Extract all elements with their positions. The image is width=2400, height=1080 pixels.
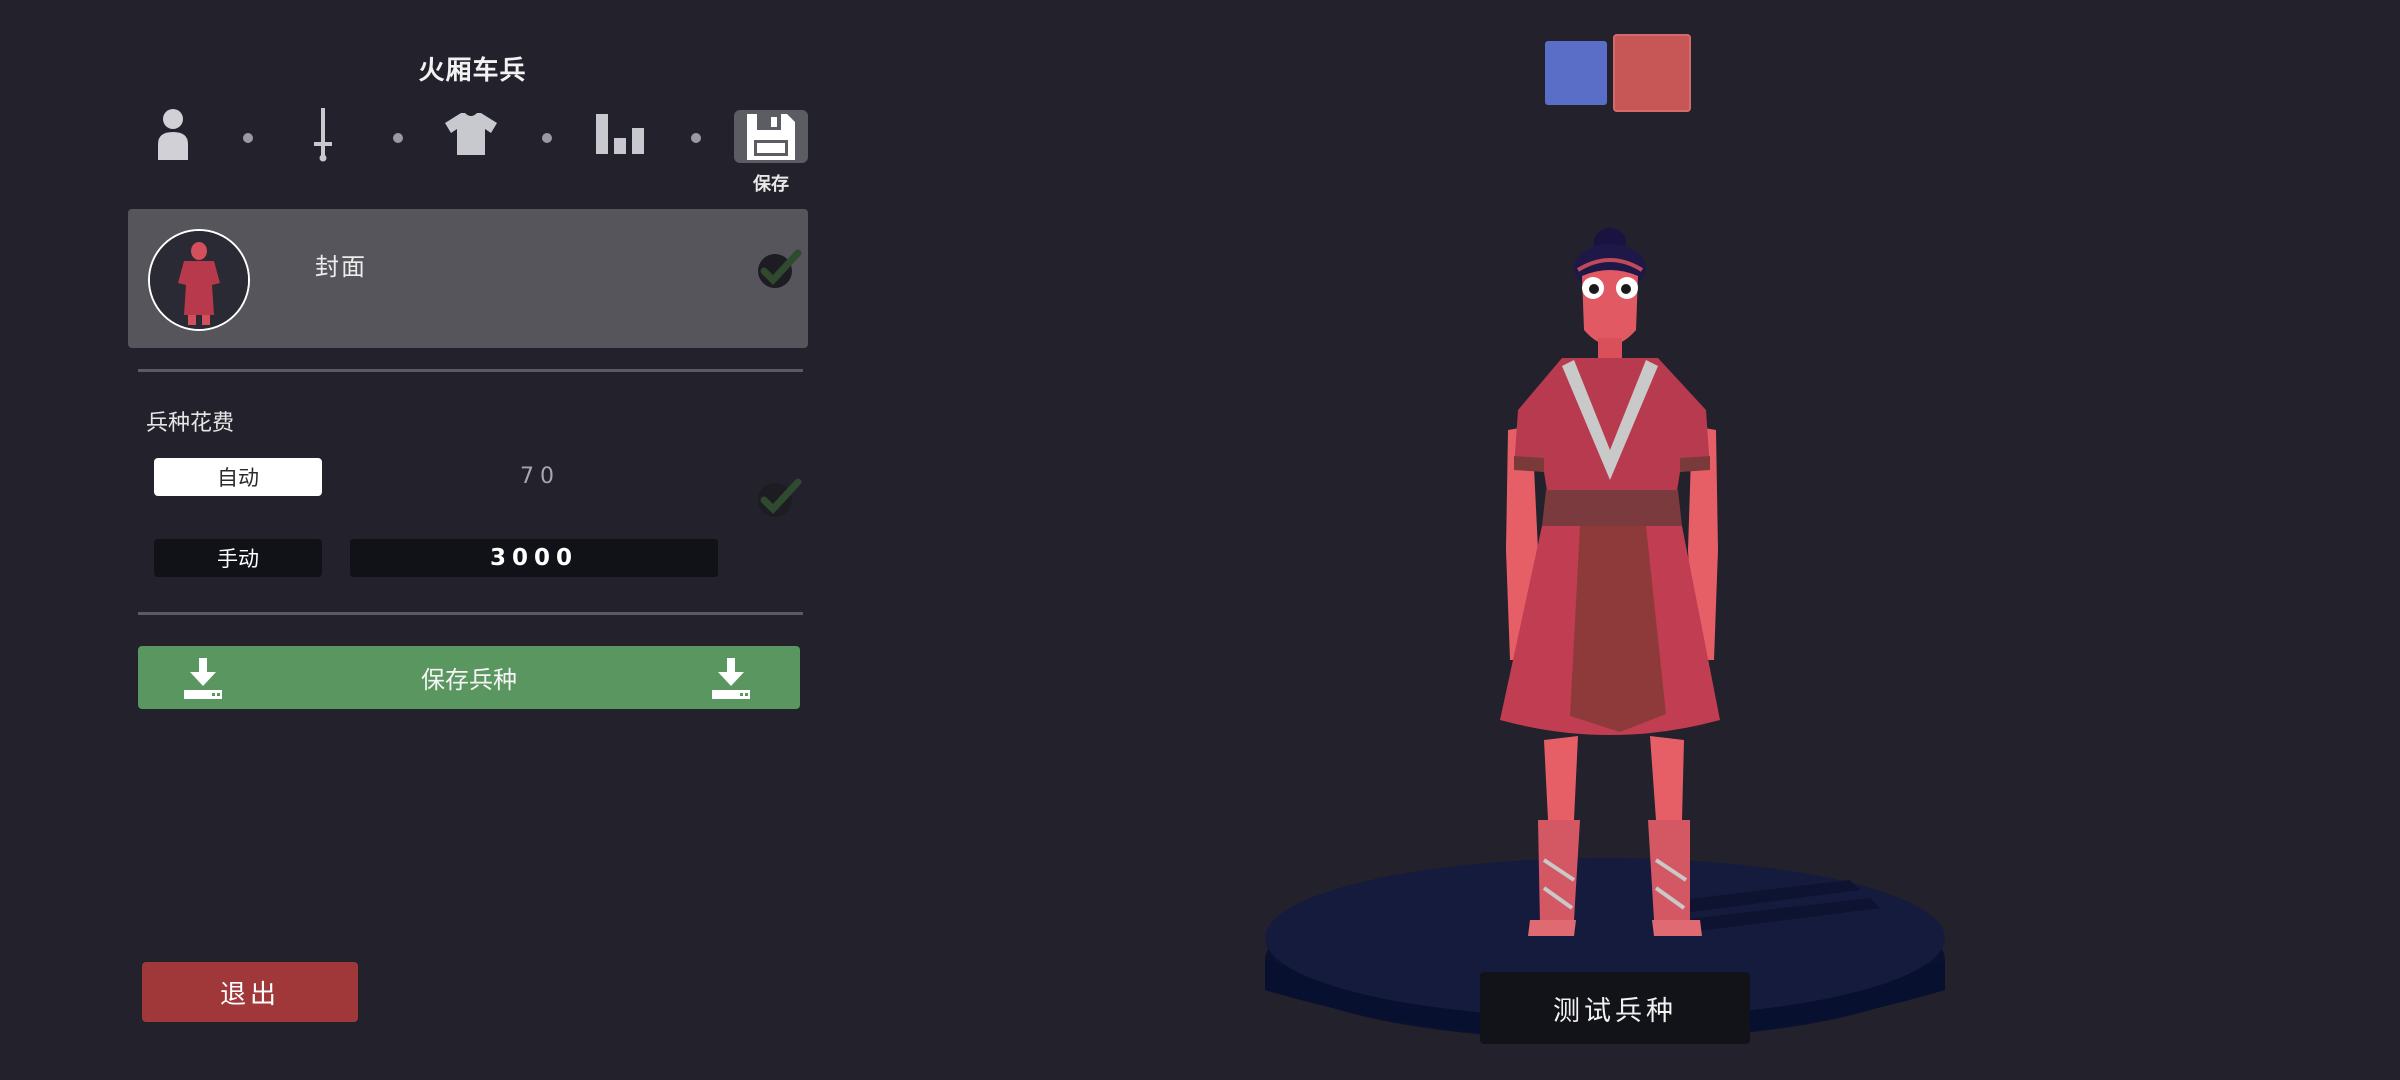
check-icon bbox=[756, 249, 802, 291]
unit-avatar bbox=[148, 229, 250, 331]
step-separator-dot bbox=[243, 133, 253, 143]
download-icon bbox=[710, 658, 752, 700]
floppy-disk-icon[interactable] bbox=[734, 110, 808, 163]
step-separator-dot bbox=[542, 133, 552, 143]
unit-title: 火厢车兵 bbox=[418, 56, 527, 86]
exit-button[interactable]: 退出 bbox=[142, 962, 358, 1022]
sword-icon[interactable] bbox=[295, 106, 351, 162]
test-unit-button[interactable]: 测试兵种 bbox=[1480, 972, 1750, 1044]
save-step-label: 保存 bbox=[753, 174, 789, 195]
unit-character-model bbox=[1500, 228, 1720, 936]
auto-cost-button[interactable]: 自动 bbox=[154, 458, 322, 496]
person-icon[interactable] bbox=[145, 106, 201, 162]
bar-chart-icon[interactable] bbox=[593, 106, 649, 162]
manual-cost-button[interactable]: 手动 bbox=[154, 539, 322, 577]
step-separator-dot bbox=[691, 133, 701, 143]
save-unit-label: 保存兵种 bbox=[421, 666, 517, 694]
check-icon bbox=[756, 478, 802, 520]
save-unit-button[interactable]: 保存兵种 bbox=[138, 646, 800, 709]
unit-cost-title: 兵种花费 bbox=[146, 411, 235, 436]
team-blue-swatch[interactable] bbox=[1545, 41, 1607, 105]
team-red-swatch[interactable] bbox=[1613, 34, 1691, 112]
auto-cost-value: 70 bbox=[520, 464, 560, 489]
manual-cost-input[interactable]: 3000 bbox=[350, 539, 718, 577]
step-separator-dot bbox=[393, 133, 403, 143]
cover-label: 封面 bbox=[315, 253, 367, 281]
shirt-icon[interactable] bbox=[443, 106, 499, 162]
divider bbox=[138, 369, 803, 372]
divider bbox=[138, 612, 803, 615]
